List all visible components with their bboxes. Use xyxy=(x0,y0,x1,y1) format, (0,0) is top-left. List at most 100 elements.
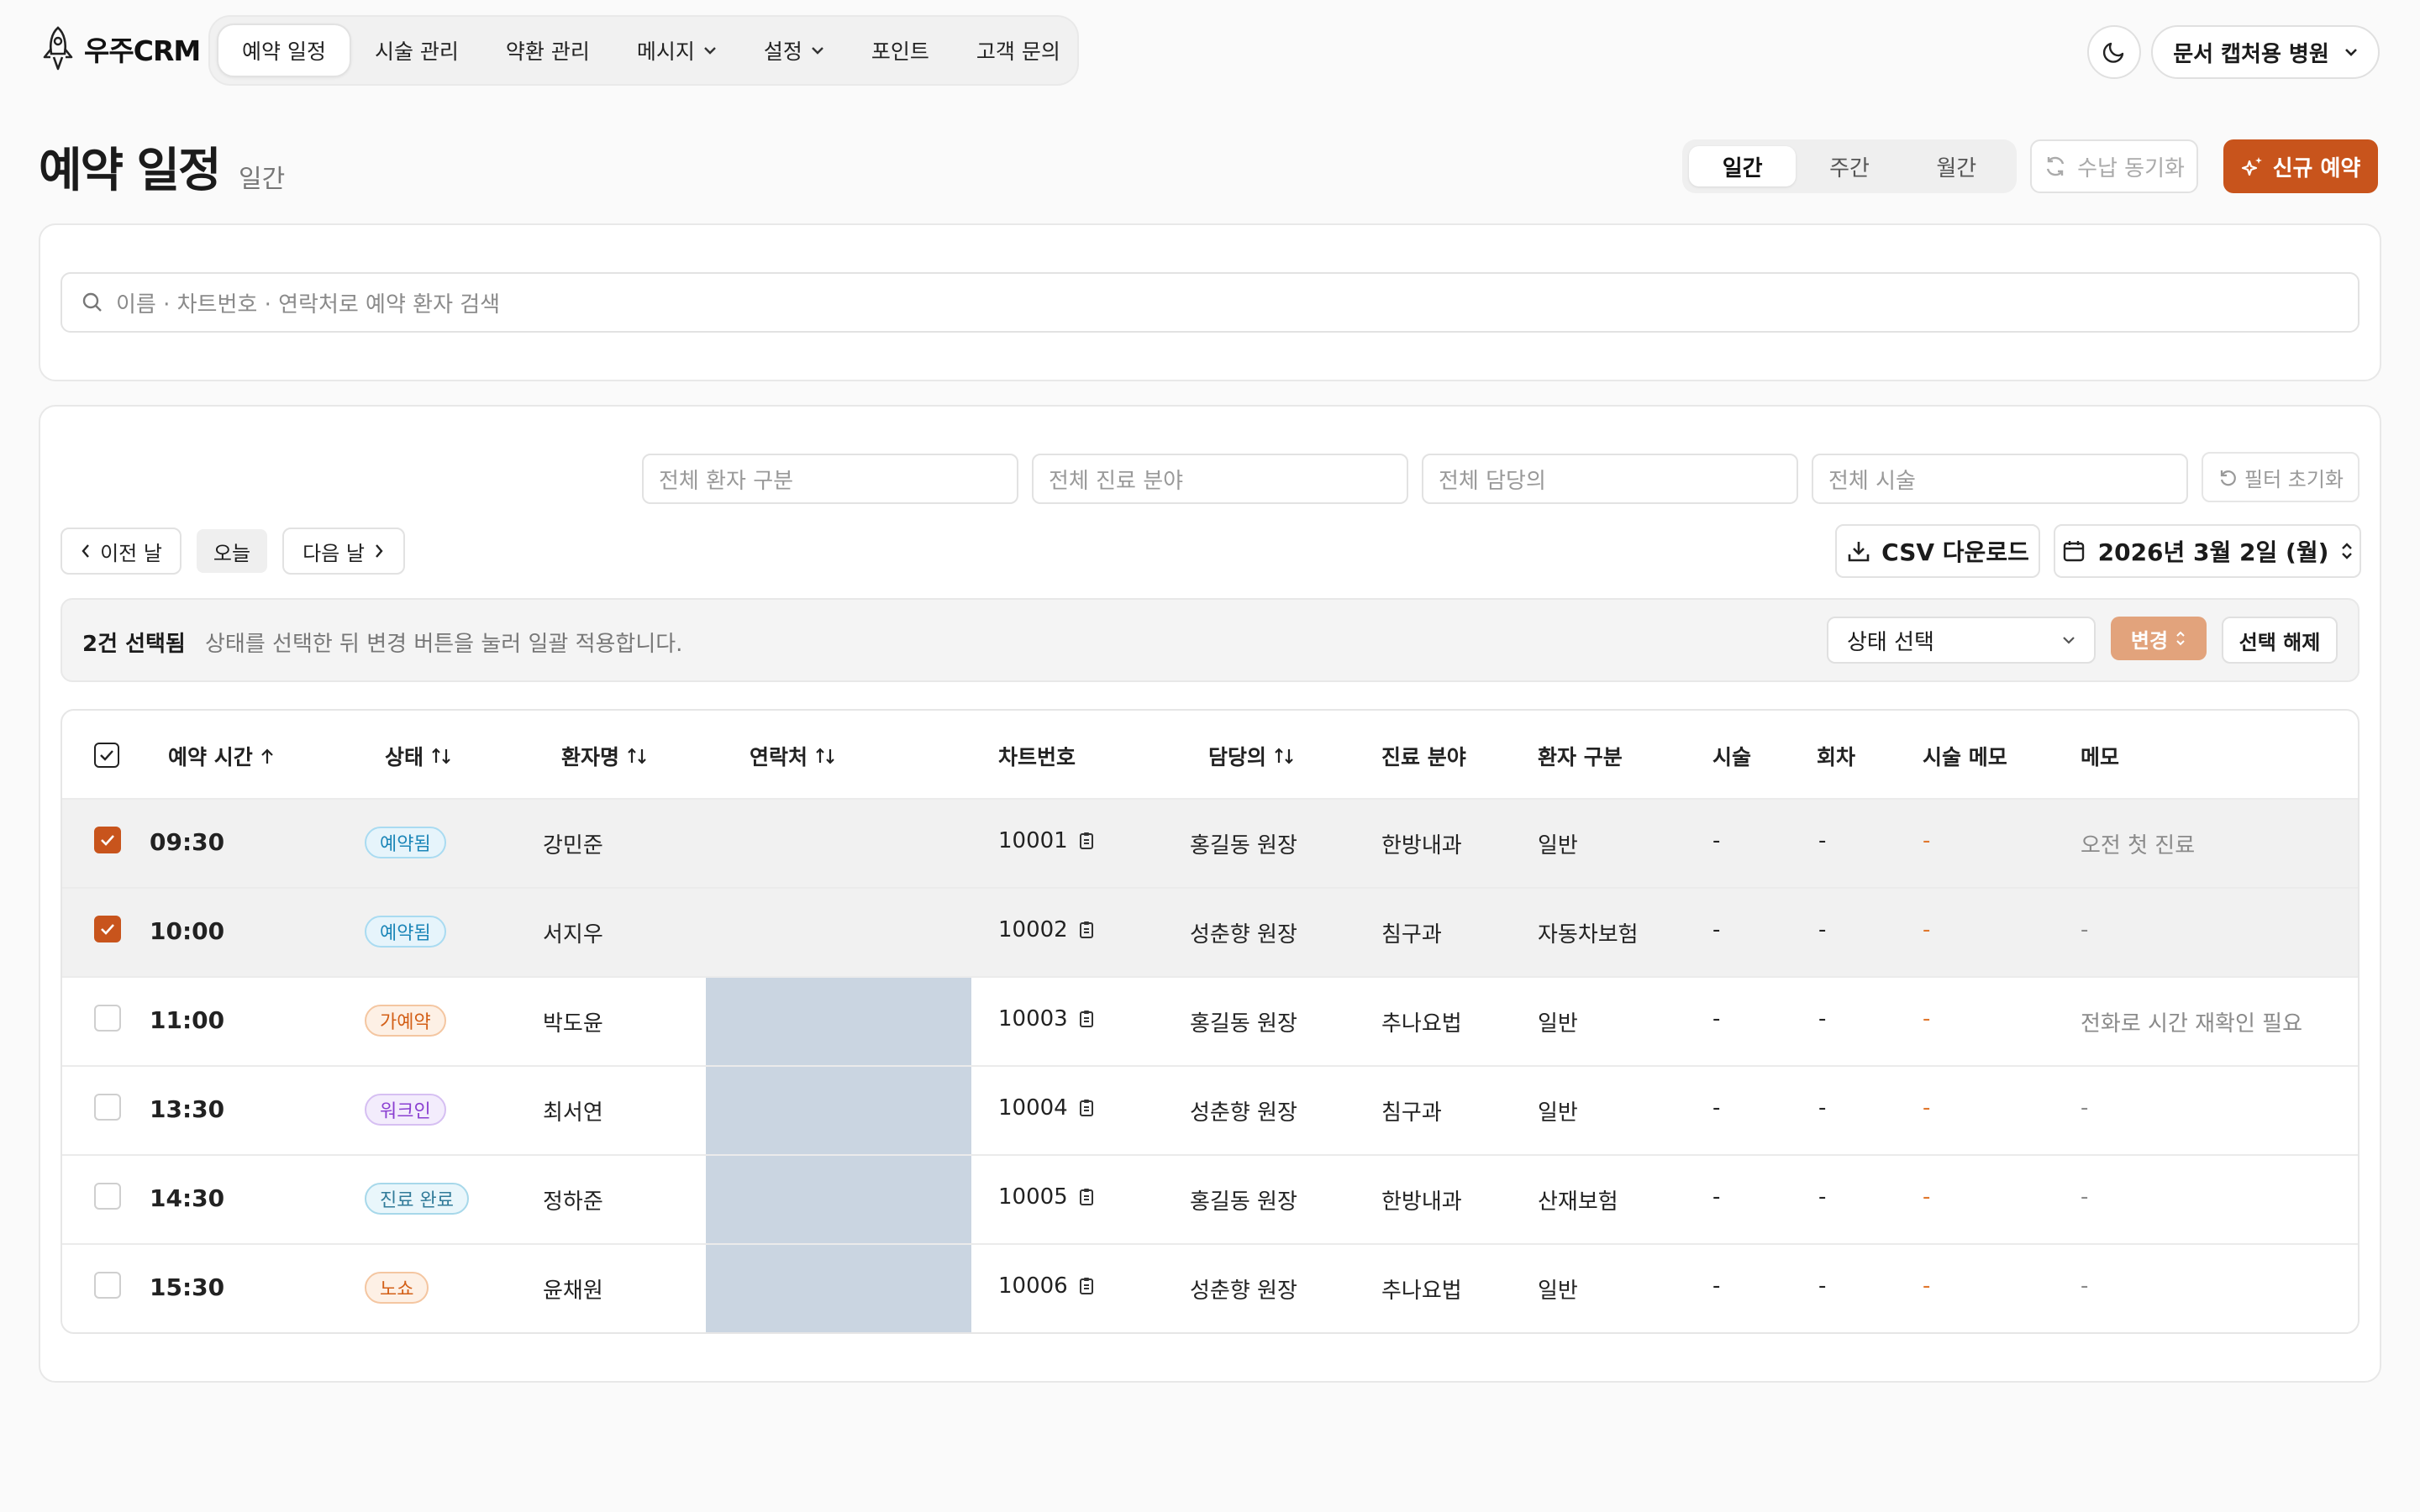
filter-doctor[interactable]: 전체 담당의 xyxy=(1422,454,1798,504)
clipboard-icon[interactable] xyxy=(1078,1098,1095,1118)
app-logo[interactable]: 우주CRM xyxy=(39,25,201,72)
filter-label: 전체 담당의 xyxy=(1439,468,1546,494)
prev-day-label: 이전 날 xyxy=(100,541,162,565)
patient-name[interactable]: 서지우 xyxy=(543,917,603,948)
search-placeholder: 이름 · 차트번호 · 연락처로 예약 환자 검색 xyxy=(116,291,501,318)
nav-item-schedule[interactable]: 예약 일정 xyxy=(217,24,351,77)
procedure-memo: - xyxy=(1923,828,1931,853)
table-row[interactable]: 11:00 가예약 박도윤 10003 홍길동 원장 추나요법 일반 - - -… xyxy=(62,978,2358,1067)
reset-filters-button[interactable]: 필터 초기화 xyxy=(2202,452,2360,502)
download-icon xyxy=(1848,542,1870,562)
row-checkbox[interactable] xyxy=(94,1272,121,1299)
check-icon xyxy=(101,835,114,846)
reset-icon xyxy=(2220,470,2236,486)
nav-label: 예약 일정 xyxy=(242,39,326,64)
row-checkbox[interactable] xyxy=(94,1094,121,1121)
patient-name[interactable]: 윤채원 xyxy=(543,1273,603,1305)
next-day-button[interactable]: 다음 날 xyxy=(282,528,405,575)
chart-number-text: 10001 xyxy=(998,828,1068,853)
tab-weekly[interactable]: 주간 xyxy=(1796,146,1902,186)
chart-number: 10005 xyxy=(998,1184,1095,1210)
table-row[interactable]: 10:00 예약됨 서지우 10002 성춘향 원장 침구과 자동차보험 - -… xyxy=(62,889,2358,978)
department: 한방내과 xyxy=(1381,1189,1462,1215)
nav-item-points[interactable]: 포인트 xyxy=(848,24,953,77)
nav-item-inquiries[interactable]: 고객 문의 xyxy=(953,24,1084,77)
change-label: 변경 xyxy=(2130,628,2169,653)
header-status[interactable]: 상태 xyxy=(385,741,452,771)
filter-procedure[interactable]: 전체 시술 xyxy=(1812,454,2188,504)
nav-label: 메시지 xyxy=(636,39,695,64)
sort-icon xyxy=(432,748,450,764)
sort-icon xyxy=(816,748,834,764)
today-button[interactable]: 오늘 xyxy=(197,529,267,573)
updown-icon xyxy=(2176,631,2185,646)
header-time[interactable]: 예약 시간 xyxy=(168,741,275,771)
round: - xyxy=(1818,1273,1827,1299)
status-select[interactable]: 상태 선택 xyxy=(1827,617,2096,664)
table-header: 예약 시간 상태 환자명 연락처 차트번호 담당의 진료 분야 환자 구분 시술… xyxy=(62,711,2358,800)
patient-name[interactable]: 강민준 xyxy=(543,828,603,859)
filter-label: 전체 환자 구분 xyxy=(659,468,794,494)
patient-name[interactable]: 정하준 xyxy=(543,1184,603,1215)
hospital-selector[interactable]: 문서 캡처용 병원 xyxy=(2151,25,2380,79)
patient-name[interactable]: 박도윤 xyxy=(543,1006,603,1037)
clipboard-icon[interactable] xyxy=(1078,1009,1095,1029)
csv-download-button[interactable]: CSV 다운로드 xyxy=(1835,524,2040,578)
chart-number-text: 10004 xyxy=(998,1095,1068,1121)
memo: 전화로 시간 재확인 필요 xyxy=(2081,1011,2302,1037)
patient-type: 일반 xyxy=(1538,1011,1578,1037)
page-title: 예약 일정 xyxy=(39,144,222,198)
procedure-memo: - xyxy=(1923,917,1931,942)
header-label: 시술 xyxy=(1712,745,1752,769)
chevron-right-icon xyxy=(376,544,383,558)
round: - xyxy=(1818,1006,1827,1032)
search-input[interactable]: 이름 · 차트번호 · 연락처로 예약 환자 검색 xyxy=(60,272,2360,333)
table-row[interactable]: 15:30 노쇼 윤채원 10006 성춘향 원장 추나요법 일반 - - - … xyxy=(62,1245,2358,1332)
status-badge: 진료 완료 xyxy=(365,1183,469,1215)
nav-item-settings[interactable]: 설정 xyxy=(740,24,848,77)
apply-change-button[interactable]: 변경 xyxy=(2111,617,2207,660)
select-all-checkbox[interactable] xyxy=(94,743,119,768)
procedure: - xyxy=(1712,917,1721,942)
date-picker-button[interactable]: 2026년 3월 2일 (월) xyxy=(2054,524,2361,578)
tab-daily[interactable]: 일간 xyxy=(1689,146,1797,186)
view-tabs: 일간 주간 월간 xyxy=(1682,139,2017,193)
tab-monthly[interactable]: 월간 xyxy=(1903,146,2010,186)
table-row[interactable]: 13:30 워크인 최서연 10004 성춘향 원장 침구과 일반 - - - … xyxy=(62,1067,2358,1156)
header-procedure: 시술 xyxy=(1712,741,1751,771)
nav-item-medication[interactable]: 약환 관리 xyxy=(482,24,613,77)
reservation-time: 13:30 xyxy=(150,1095,225,1123)
reservation-time: 15:30 xyxy=(150,1273,225,1301)
doctor-name: 홍길동 원장 xyxy=(1190,833,1297,858)
row-checkbox[interactable] xyxy=(94,916,121,942)
patient-name[interactable]: 최서연 xyxy=(543,1095,603,1126)
filter-label: 전체 시술 xyxy=(1828,468,1916,494)
filter-patient-type[interactable]: 전체 환자 구분 xyxy=(642,454,1018,504)
header-contact[interactable]: 연락처 xyxy=(750,741,836,771)
row-checkbox[interactable] xyxy=(94,827,121,853)
clipboard-icon[interactable] xyxy=(1078,920,1095,940)
clipboard-icon[interactable] xyxy=(1078,1276,1095,1296)
prev-day-button[interactable]: 이전 날 xyxy=(60,528,182,575)
table-row[interactable]: 14:30 진료 완료 정하준 10005 홍길동 원장 한방내과 산재보험 -… xyxy=(62,1156,2358,1245)
status-badge: 가예약 xyxy=(365,1005,446,1037)
header-label: 차트번호 xyxy=(998,745,1076,769)
deselect-button[interactable]: 선택 해제 xyxy=(2222,617,2338,664)
filter-department[interactable]: 전체 진료 분야 xyxy=(1032,454,1408,504)
clipboard-icon[interactable] xyxy=(1078,1187,1095,1207)
nav-item-messages[interactable]: 메시지 xyxy=(613,24,740,77)
clipboard-icon[interactable] xyxy=(1078,831,1095,851)
nav-item-procedures[interactable]: 시술 관리 xyxy=(351,24,482,77)
table-row[interactable]: 09:30 예약됨 강민준 10001 홍길동 원장 한방내과 일반 - - -… xyxy=(62,800,2358,889)
status-badge: 노쇼 xyxy=(365,1272,429,1304)
sync-payment-button[interactable]: 수납 동기화 xyxy=(2030,139,2198,193)
row-checkbox[interactable] xyxy=(94,1005,121,1032)
chevron-down-icon xyxy=(812,47,823,55)
header-doctor[interactable]: 담당의 xyxy=(1208,741,1295,771)
row-checkbox[interactable] xyxy=(94,1183,121,1210)
new-reservation-button[interactable]: 신규 예약 xyxy=(2223,139,2378,193)
memo: - xyxy=(2081,1273,2089,1299)
header-name[interactable]: 환자명 xyxy=(561,741,648,771)
theme-toggle-button[interactable] xyxy=(2087,25,2141,79)
department: 침구과 xyxy=(1381,1100,1442,1126)
